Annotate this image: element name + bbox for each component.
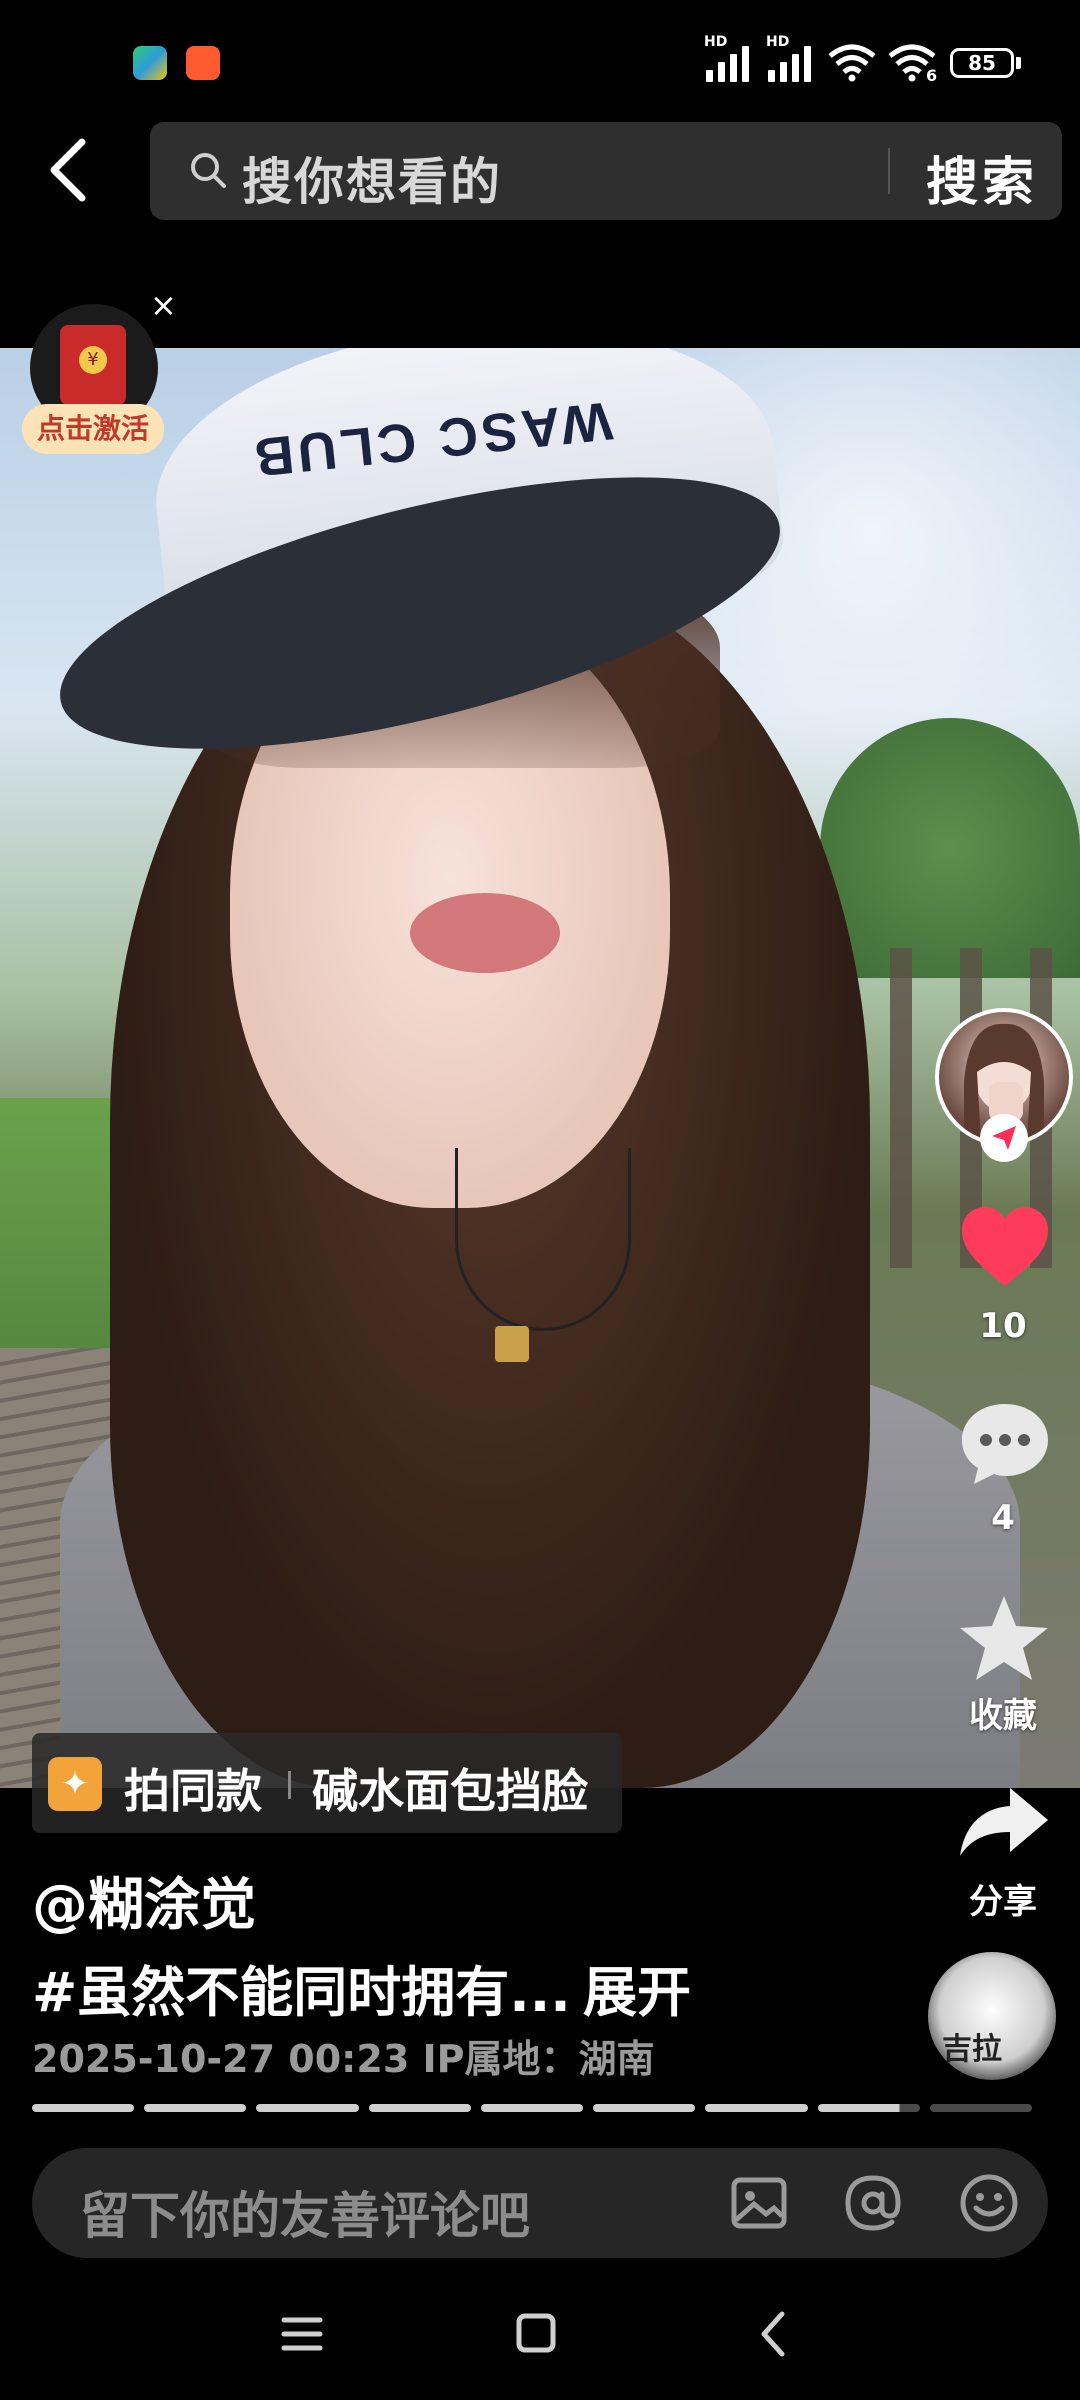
post-caption[interactable]: #虽然不能同时拥有... [32, 1948, 571, 2027]
app-notification-icon [186, 46, 220, 80]
music-disc-label: 吉拉 [942, 2032, 1002, 2067]
battery-level: 85 [968, 51, 996, 75]
progress-segment [817, 2104, 920, 2112]
comment-input-bar[interactable]: 留下你的友善评论吧 [32, 2148, 1048, 2258]
progress-segment [929, 2104, 1032, 2112]
hd-label: HD [766, 34, 790, 50]
image-progress-indicator [32, 2104, 1032, 2112]
search-bar[interactable]: 搜你想看的 搜索 [150, 122, 1062, 220]
photo-pendant [495, 1326, 529, 1362]
cell-signal-icon: HD [704, 34, 749, 82]
favorite-label[interactable]: 收藏 [933, 1688, 1073, 1737]
send-icon [992, 1126, 1016, 1150]
share-arrow-icon[interactable] [956, 1784, 1052, 1860]
progress-segment [256, 2104, 359, 2112]
cell-signal-icon: HD [766, 34, 811, 82]
emoji-icon[interactable] [956, 2170, 1022, 2236]
expand-button[interactable]: 展开 [583, 1948, 691, 2027]
back-arrow-icon [50, 138, 86, 202]
photo-lips [410, 893, 560, 973]
progress-segment [705, 2104, 808, 2112]
shoot-same-template-chip[interactable]: ✦ 拍同款 碱水面包挡脸 [32, 1733, 622, 1833]
template-title: 碱水面包挡脸 [312, 1764, 588, 1818]
progress-segment [368, 2104, 471, 2112]
divider [888, 148, 890, 194]
post-meta: 2025-10-27 00:23 IP属地：湖南 [32, 2037, 655, 2081]
progress-segment [144, 2104, 247, 2112]
wifi-band-label: 6 [926, 66, 938, 85]
hd-label: HD [704, 34, 728, 50]
progress-segment [593, 2104, 696, 2112]
red-packet-close-button[interactable]: × [150, 286, 177, 324]
red-packet-activate-label[interactable]: 点击激活 [22, 404, 164, 454]
search-button[interactable]: 搜索 [926, 140, 1038, 215]
like-count: 10 [979, 1306, 1027, 1346]
music-disc[interactable]: 吉拉 [928, 1952, 1056, 2080]
mention-icon[interactable] [840, 2170, 906, 2236]
wifi-icon [828, 44, 876, 82]
progress-segment [32, 2104, 135, 2112]
image-icon[interactable] [726, 2170, 792, 2236]
sparkle-icon: ✦ [48, 1757, 102, 1811]
comment-input[interactable]: 留下你的友善评论吧 [80, 2176, 530, 2248]
divider [288, 1771, 291, 1799]
back-button[interactable] [38, 130, 98, 210]
coin-icon: ¥ [79, 346, 107, 374]
shoot-same-label: 拍同款 [124, 1764, 262, 1818]
back-nav-icon[interactable] [752, 2304, 796, 2364]
progress-segment [480, 2104, 584, 2112]
menu-nav-icon[interactable] [280, 2304, 324, 2364]
follow-button[interactable] [980, 1114, 1028, 1162]
search-input[interactable]: 搜你想看的 [242, 142, 502, 214]
battery-tip [1016, 57, 1021, 69]
comment-count: 4 [991, 1498, 1015, 1538]
home-nav-icon[interactable] [514, 2304, 558, 2364]
like-icon[interactable] [958, 1204, 1052, 1290]
app-notification-icon [133, 46, 167, 80]
comment-icon[interactable] [958, 1400, 1052, 1486]
battery-icon: 85 [950, 48, 1014, 78]
photo-necklace [455, 1148, 631, 1331]
search-icon [191, 153, 226, 188]
status-bar: HD HD 6 85 [0, 0, 1080, 120]
photo-trees [820, 718, 1080, 978]
author-name[interactable]: @糊涂觉 [32, 1860, 256, 1941]
share-label[interactable]: 分享 [933, 1874, 1073, 1923]
favorite-star-icon[interactable] [956, 1592, 1052, 1684]
post-photo[interactable]: WASC CLUB [0, 348, 1080, 1788]
